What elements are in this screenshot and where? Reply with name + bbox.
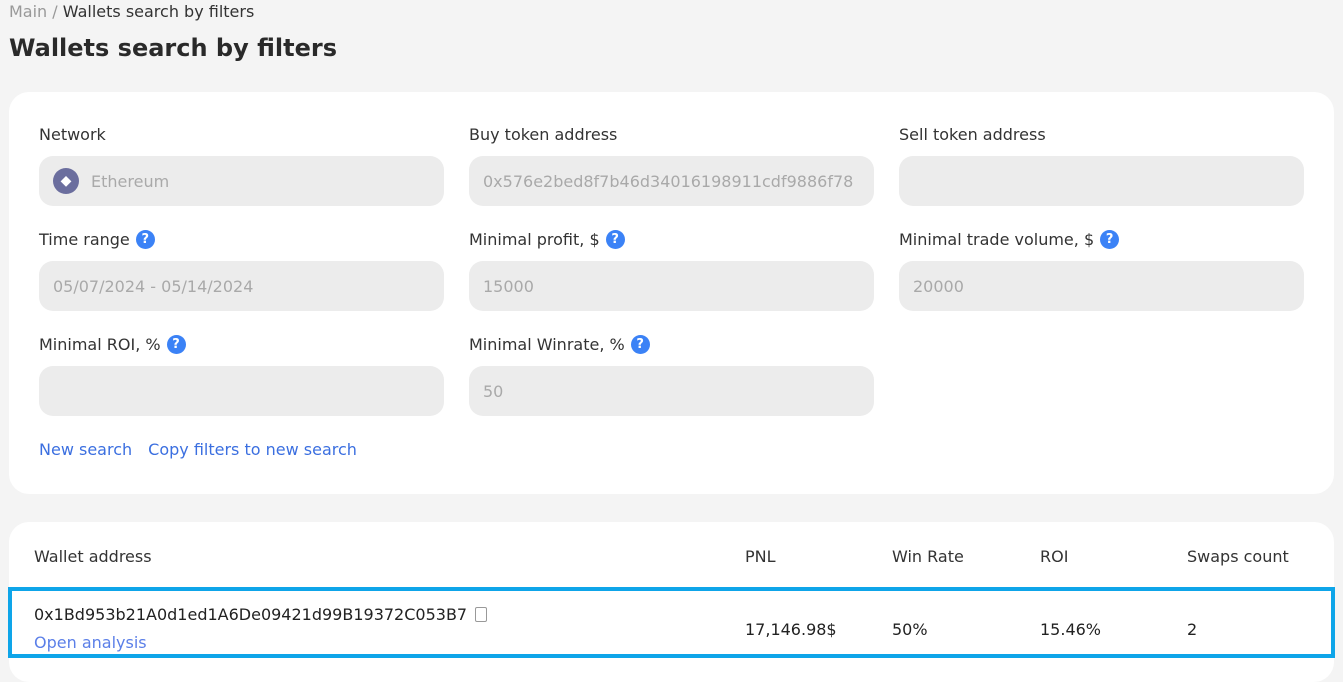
field-buy-token-address: Buy token address 0x576e2bed8f7b46d34016… (469, 122, 874, 206)
copy-icon[interactable] (475, 607, 488, 622)
minimal-profit-input[interactable]: 15000 (469, 261, 874, 311)
header-wallet-address: Wallet address (34, 547, 152, 566)
ethereum-icon: ◆ (53, 168, 79, 194)
field-label: Minimal Winrate, %? (469, 332, 874, 356)
label-text: Minimal ROI, % (39, 334, 161, 354)
label-text: Network (39, 124, 106, 144)
label-text: Sell token address (899, 124, 1046, 144)
input-value: Ethereum (91, 171, 170, 191)
breadcrumb-current: Wallets search by filters (62, 2, 255, 21)
field-label: Buy token address (469, 122, 874, 146)
minimal-winrate-input[interactable]: 50 (469, 366, 874, 416)
help-icon[interactable]: ? (630, 334, 650, 354)
buy-token-address-input[interactable]: 0x576e2bed8f7b46d34016198911cdf9886f78 (469, 156, 874, 206)
header-win-rate[interactable]: Win Rate (892, 547, 964, 566)
field-minimal-winrate: Minimal Winrate, %? 50 (469, 332, 874, 416)
open-analysis-link[interactable]: Open analysis (34, 633, 147, 652)
label-text: Minimal Winrate, % (469, 334, 625, 354)
results-table: Wallet address PNL Win Rate ROI Swaps co… (8, 522, 1335, 682)
network-input[interactable]: ◆ Ethereum (39, 156, 444, 206)
field-sell-token-address: Sell token address (899, 122, 1304, 206)
breadcrumb: Main / Wallets search by filters (9, 2, 254, 21)
input-value: 15000 (483, 276, 534, 296)
help-icon[interactable]: ? (1100, 229, 1120, 249)
filters-card: New search Copy filters to new search Ne… (9, 92, 1334, 494)
field-minimal-trade-volume: Minimal trade volume, $? 20000 (899, 227, 1304, 311)
label-text: Minimal trade volume, $ (899, 229, 1095, 249)
breadcrumb-main[interactable]: Main (9, 2, 47, 21)
copy-filters-link[interactable]: Copy filters to new search (148, 440, 357, 459)
field-label: Sell token address (899, 122, 1304, 146)
breadcrumb-separator: / (52, 2, 58, 21)
input-value: 20000 (913, 276, 964, 296)
label-text: Time range (39, 229, 130, 249)
filter-actions: New search Copy filters to new search (39, 440, 357, 459)
minimal-trade-volume-input[interactable]: 20000 (899, 261, 1304, 311)
field-label: Minimal trade volume, $? (899, 227, 1304, 251)
field-label: Minimal ROI, %? (39, 332, 444, 356)
label-text: Minimal profit, $ (469, 229, 600, 249)
label-text: Buy token address (469, 124, 618, 144)
time-range-input[interactable]: 05/07/2024 - 05/14/2024 (39, 261, 444, 311)
roi-value: 15.46% (1040, 620, 1102, 639)
input-value: 05/07/2024 - 05/14/2024 (53, 276, 254, 296)
header-pnl[interactable]: PNL (745, 547, 776, 566)
table-row[interactable]: 0x1Bd953b21A0d1ed1A6De09421d99B19372C053… (8, 587, 1335, 658)
help-icon[interactable]: ? (166, 334, 186, 354)
input-value: 0x576e2bed8f7b46d34016198911cdf9886f78 (483, 171, 854, 191)
wallet-address: 0x1Bd953b21A0d1ed1A6De09421d99B19372C053… (34, 605, 468, 624)
field-minimal-profit: Minimal profit, $? 15000 (469, 227, 874, 311)
help-icon[interactable]: ? (605, 229, 625, 249)
new-search-link[interactable]: New search (39, 440, 132, 459)
header-swaps-count[interactable]: Swaps count (1187, 547, 1289, 566)
field-minimal-roi: Minimal ROI, %? (39, 332, 444, 416)
page-title: Wallets search by filters (9, 34, 337, 62)
help-icon[interactable]: ? (135, 229, 155, 249)
header-roi[interactable]: ROI (1040, 547, 1068, 566)
minimal-roi-input[interactable] (39, 366, 444, 416)
pnl-value: 17,146.98$ (745, 620, 837, 639)
field-label: Minimal profit, $? (469, 227, 874, 251)
field-time-range: Time range? 05/07/2024 - 05/14/2024 (39, 227, 444, 311)
swaps-value: 2 (1187, 620, 1198, 639)
input-value: 50 (483, 381, 504, 401)
sell-token-address-input[interactable] (899, 156, 1304, 206)
field-label: Time range? (39, 227, 444, 251)
field-network: Network ◆ Ethereum (39, 122, 444, 206)
field-label: Network (39, 122, 444, 146)
winrate-value: 50% (892, 620, 928, 639)
